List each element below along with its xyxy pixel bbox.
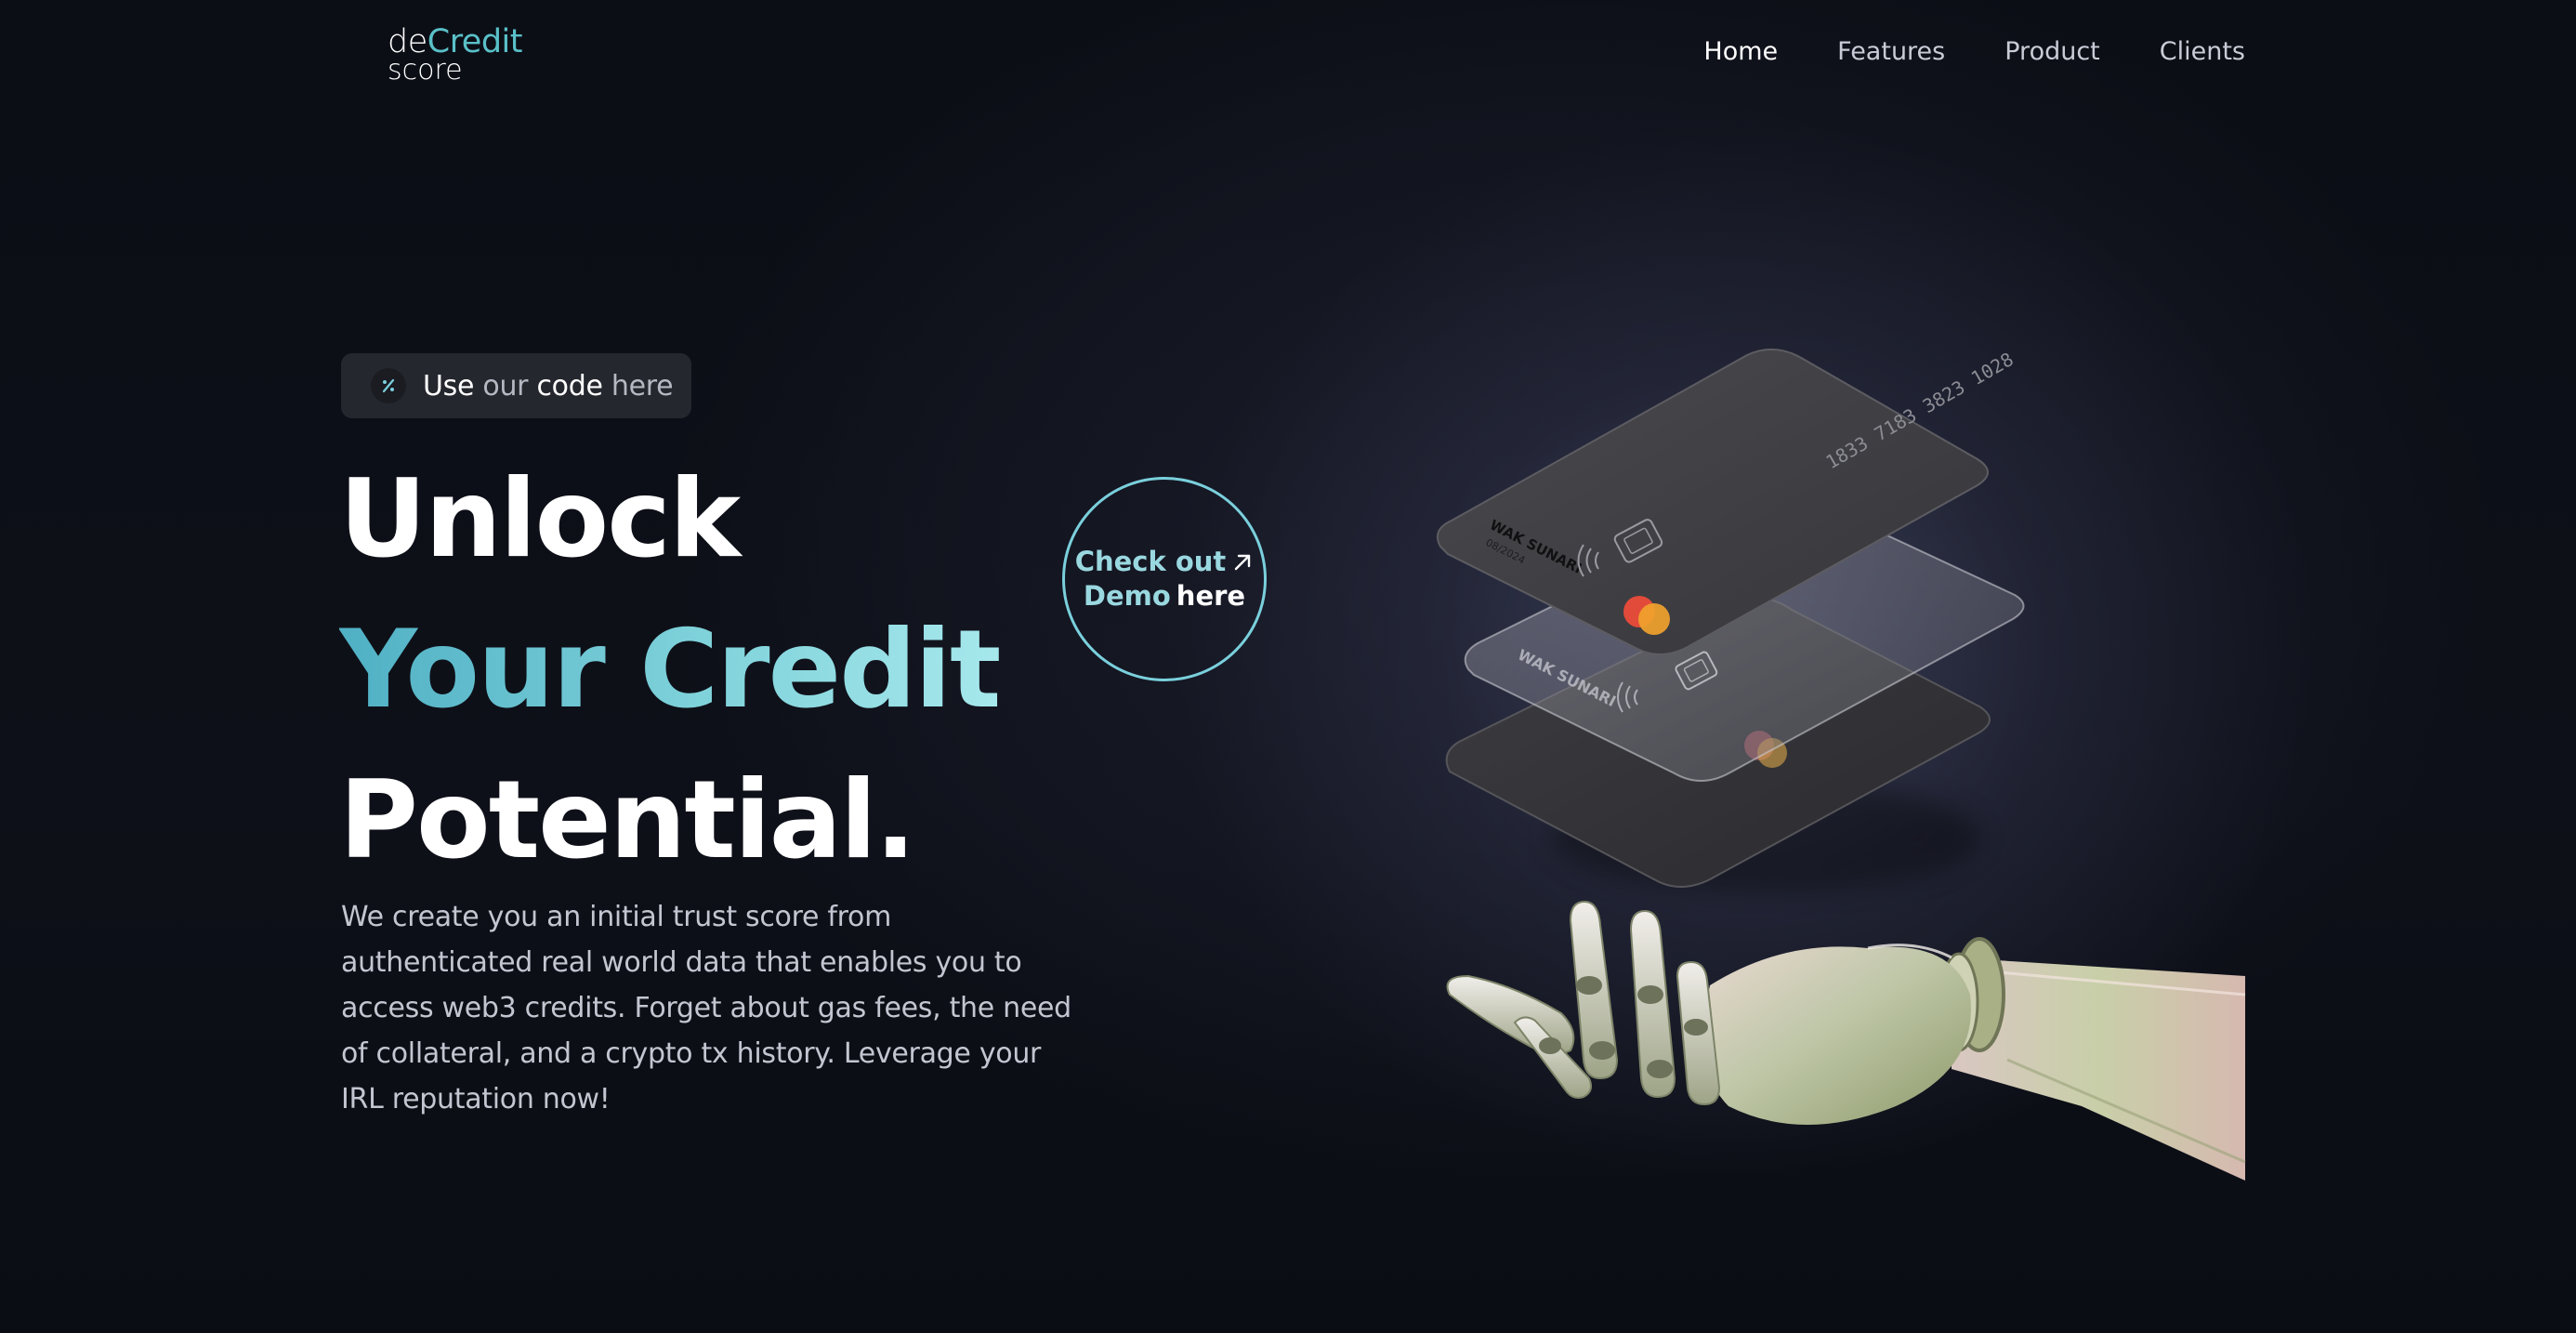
hero-line-3: Potential. xyxy=(339,758,916,883)
demo-label-here: here xyxy=(1176,580,1246,612)
logo-part-score: score xyxy=(388,54,463,86)
percent-icon xyxy=(371,368,406,403)
promo-word-code: code xyxy=(536,369,603,403)
hero-line-2: Your Credit xyxy=(339,595,1001,746)
nav-home[interactable]: Home xyxy=(1703,37,1778,66)
robotic-hand xyxy=(1446,900,2246,1181)
hero-description: We create you an initial trust score fro… xyxy=(341,901,1071,1115)
hero-illustration: WAK SUNARI 1833 7183 3823 1028 WAK SUNAR… xyxy=(1437,348,2246,1181)
promo-code-pill[interactable]: Use our code here xyxy=(341,353,691,418)
promo-word-here: here xyxy=(611,369,674,403)
promo-code-text: Use our code here xyxy=(423,369,674,403)
nav-features[interactable]: Features xyxy=(1837,37,1945,66)
demo-label-demo: Demo xyxy=(1083,580,1171,612)
demo-button[interactable]: Check out Demo here xyxy=(1062,477,1267,681)
promo-word-use: Use xyxy=(423,369,475,403)
main-nav: Home Features Product Clients xyxy=(1703,37,2245,66)
arrow-up-right-icon xyxy=(1235,554,1251,570)
hero-line-1: Unlock xyxy=(339,456,741,582)
logo[interactable]: deCredit score xyxy=(388,26,523,86)
nav-clients[interactable]: Clients xyxy=(2160,37,2245,66)
promo-word-our: our xyxy=(482,369,529,403)
hero-headline: Unlock Your Credit Potential. xyxy=(339,444,1001,896)
demo-label-line1: Check out xyxy=(1074,546,1227,577)
nav-product[interactable]: Product xyxy=(2004,37,2100,66)
